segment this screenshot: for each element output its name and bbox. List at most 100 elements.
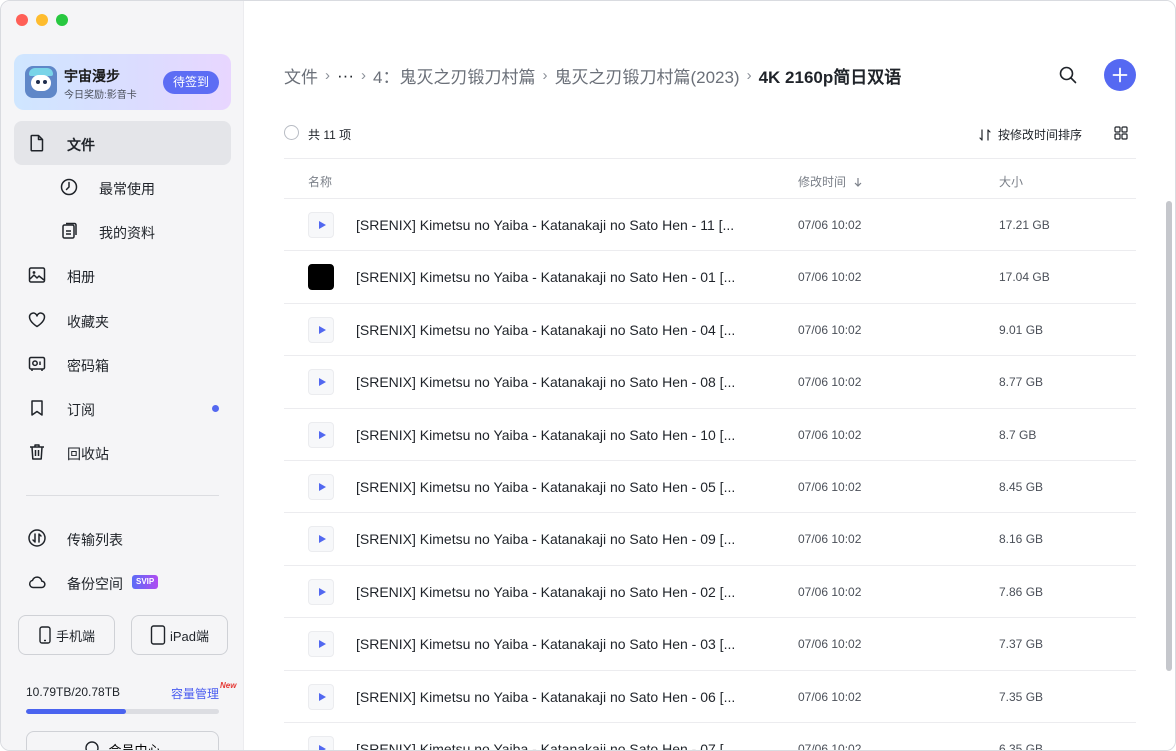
file-modified-time: 07/06 10:02: [798, 584, 862, 599]
table-header: 名称 修改时间 大小: [284, 158, 1136, 199]
sidebar-item-label: 密码箱: [67, 358, 109, 374]
sidebar-item-recent[interactable]: 最常使用: [14, 165, 231, 209]
safe-icon: [28, 356, 46, 371]
breadcrumb-ellipsis[interactable]: ···: [337, 66, 354, 86]
file-size: 8.16 GB: [999, 532, 1044, 547]
table-row[interactable]: [SRENIX] Kimetsu no Yaiba - Katanakaji n…: [284, 513, 1136, 566]
promo-subtitle: 今日奖励:影音卡: [64, 90, 137, 101]
file-modified-time: 07/06 10:02: [798, 689, 862, 704]
file-size: 7.37 GB: [999, 637, 1044, 652]
close-window-button[interactable]: [16, 14, 28, 26]
transfer-icon: [28, 529, 46, 547]
sidebar-item-files[interactable]: 文件: [14, 121, 231, 165]
table-row[interactable]: [SRENIX] Kimetsu no Yaiba - Katanakaji n…: [284, 251, 1136, 304]
video-file-icon: [308, 421, 334, 448]
file-list: [SRENIX] Kimetsu no Yaiba - Katanakaji n…: [284, 199, 1136, 751]
item-count: 共 11 项: [308, 128, 352, 142]
video-file-icon: [308, 578, 334, 605]
file-size: 17.04 GB: [999, 270, 1050, 285]
sidebar-item-subscriptions[interactable]: 订阅: [14, 386, 231, 430]
file-size: 8.45 GB: [999, 479, 1044, 494]
file-name: [SRENIX] Kimetsu no Yaiba - Katanakaji n…: [356, 321, 736, 338]
file-modified-time: 07/06 10:02: [798, 741, 862, 751]
member-center-button[interactable]: 会员中心: [26, 731, 219, 750]
table-row[interactable]: [SRENIX] Kimetsu no Yaiba - Katanakaji n…: [284, 618, 1136, 671]
sidebar-item-transfer-list[interactable]: 传输列表: [14, 516, 231, 560]
sidebar-item-safe[interactable]: 密码箱: [14, 342, 231, 386]
video-file-icon: [308, 369, 334, 396]
play-icon: [318, 692, 326, 701]
play-icon: [318, 430, 326, 439]
sidebar-item-recycle-bin[interactable]: 回收站: [14, 430, 231, 474]
sidebar-item-album[interactable]: 相册: [14, 253, 231, 297]
checkin-promo-card[interactable]: 宇宙漫步 今日奖励:影音卡 待签到: [14, 54, 231, 110]
file-name: [SRENIX] Kimetsu no Yaiba - Katanakaji n…: [356, 688, 736, 705]
file-modified-time: 07/06 10:02: [798, 322, 862, 337]
new-tag: New: [220, 681, 237, 690]
grid-view-icon[interactable]: [1113, 125, 1129, 141]
add-button[interactable]: [1104, 59, 1136, 91]
file-name: [SRENIX] Kimetsu no Yaiba - Katanakaji n…: [356, 374, 736, 391]
column-header-time-label: 修改时间: [798, 175, 847, 189]
photo-icon: [28, 267, 46, 283]
capacity-management-link[interactable]: 容量管理: [171, 685, 219, 702]
heart-icon: [28, 312, 46, 328]
sidebar-item-my-documents[interactable]: 我的资料: [14, 209, 231, 253]
video-file-icon: [308, 631, 334, 658]
file-modified-time: 07/06 10:02: [798, 270, 862, 285]
svip-badge: SVIP: [132, 575, 159, 589]
sidebar-item-label: 收藏夹: [67, 314, 109, 330]
table-row[interactable]: [SRENIX] Kimetsu no Yaiba - Katanakaji n…: [284, 356, 1136, 409]
sort-button[interactable]: 按修改时间排序: [978, 126, 1082, 143]
chevron-right-icon: ›: [746, 67, 752, 84]
table-row[interactable]: [SRENIX] Kimetsu no Yaiba - Katanakaji n…: [284, 304, 1136, 357]
file-name: [SRENIX] Kimetsu no Yaiba - Katanakaji n…: [356, 636, 736, 653]
sidebar-item-favorites[interactable]: 收藏夹: [14, 298, 231, 342]
sidebar-item-backup-space[interactable]: 备份空间 SVIP: [14, 560, 231, 604]
select-all-checkbox[interactable]: [284, 125, 299, 140]
breadcrumb-level2[interactable]: 鬼灭之刃锻刀村篇(2023): [554, 63, 739, 88]
table-row[interactable]: [SRENIX] Kimetsu no Yaiba - Katanakaji n…: [284, 671, 1136, 723]
search-icon[interactable]: [1056, 63, 1080, 87]
table-row[interactable]: [SRENIX] Kimetsu no Yaiba - Katanakaji n…: [284, 409, 1136, 461]
column-header-size[interactable]: 大小: [999, 173, 1023, 190]
zoom-window-button[interactable]: [56, 14, 68, 26]
table-row[interactable]: [SRENIX] Kimetsu no Yaiba - Katanakaji n…: [284, 199, 1136, 252]
column-header-time[interactable]: 修改时间: [798, 173, 864, 190]
astronaut-avatar-icon: [25, 66, 57, 98]
ipad-client-label: iPad端: [169, 628, 210, 644]
file-name: [SRENIX] Kimetsu no Yaiba - Katanakaji n…: [356, 269, 736, 286]
phone-client-label: 手机端: [55, 628, 95, 644]
play-icon: [318, 325, 326, 334]
crown-icon: [85, 741, 100, 750]
breadcrumb-current: 4K 2160p简日双语: [758, 68, 902, 87]
tablet-icon: [150, 625, 166, 645]
table-row[interactable]: [SRENIX] Kimetsu no Yaiba - Katanakaji n…: [284, 723, 1136, 751]
sidebar-item-label: 最常使用: [99, 181, 155, 197]
table-row[interactable]: [SRENIX] Kimetsu no Yaiba - Katanakaji n…: [284, 461, 1136, 514]
sort-icon: [979, 128, 991, 141]
file-name: [SRENIX] Kimetsu no Yaiba - Katanakaji n…: [356, 217, 735, 233]
breadcrumb-level1[interactable]: 4：鬼灭之刃锻刀村篇: [373, 63, 535, 88]
video-file-icon: [308, 212, 334, 238]
play-icon: [318, 640, 326, 649]
file-name: [SRENIX] Kimetsu no Yaiba - Katanakaji n…: [356, 740, 736, 751]
file-name: [SRENIX] Kimetsu no Yaiba - Katanakaji n…: [356, 531, 736, 548]
main-content: 文件 › ··· › 4：鬼灭之刃锻刀村篇 › 鬼灭之刃锻刀村篇(2023) ›…: [244, 1, 1175, 751]
arrow-down-icon: [854, 177, 862, 187]
ipad-client-button[interactable]: iPad端: [131, 615, 228, 655]
minimize-window-button[interactable]: [36, 14, 48, 26]
breadcrumb-root[interactable]: 文件: [284, 63, 318, 88]
file-size: 17.21 GB: [999, 218, 1050, 232]
checkin-button[interactable]: 待签到: [162, 71, 219, 94]
scrollbar[interactable]: [1166, 201, 1172, 671]
column-header-name[interactable]: 名称: [308, 173, 332, 190]
file-icon: [30, 134, 44, 152]
sidebar-item-label: 回收站: [67, 446, 109, 462]
storage-progress-bar: [26, 709, 219, 714]
table-row[interactable]: [SRENIX] Kimetsu no Yaiba - Katanakaji n…: [284, 566, 1136, 619]
file-name: [SRENIX] Kimetsu no Yaiba - Katanakaji n…: [356, 426, 736, 443]
play-icon: [318, 482, 326, 491]
phone-client-button[interactable]: 手机端: [18, 615, 115, 655]
window-controls: [16, 14, 68, 26]
